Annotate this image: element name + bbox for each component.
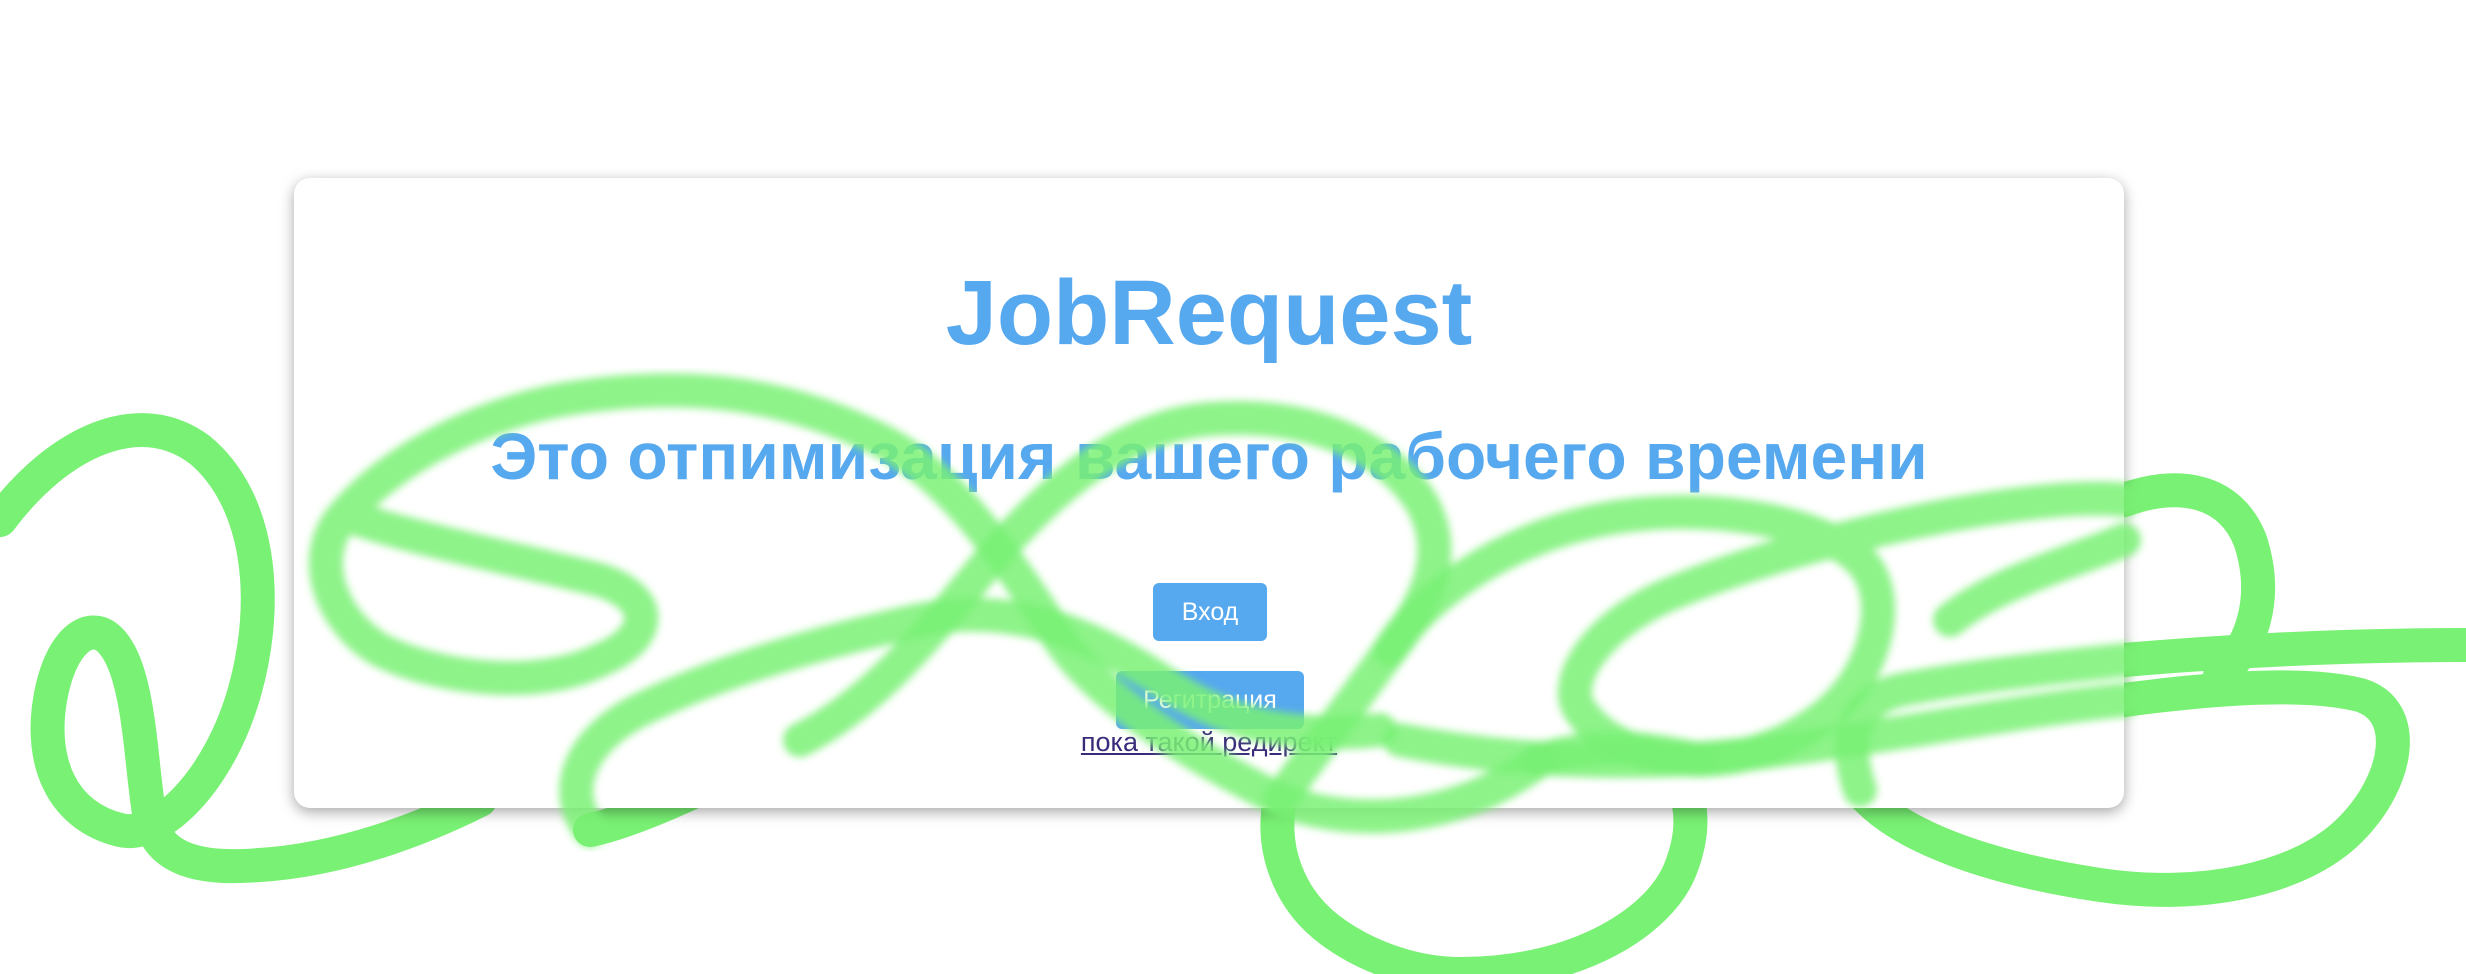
- register-button[interactable]: Регитрация: [1116, 671, 1304, 729]
- login-button[interactable]: Вход: [1153, 583, 1267, 641]
- page: JobRequest Это отпимизация вашего рабоче…: [0, 0, 2466, 974]
- app-title: JobRequest: [945, 262, 1473, 364]
- redirect-link[interactable]: пока такой редирект: [294, 726, 2124, 758]
- welcome-card: JobRequest Это отпимизация вашего рабоче…: [294, 178, 2124, 808]
- app-subtitle: Это отпимизация вашего рабочего времени: [490, 419, 1928, 493]
